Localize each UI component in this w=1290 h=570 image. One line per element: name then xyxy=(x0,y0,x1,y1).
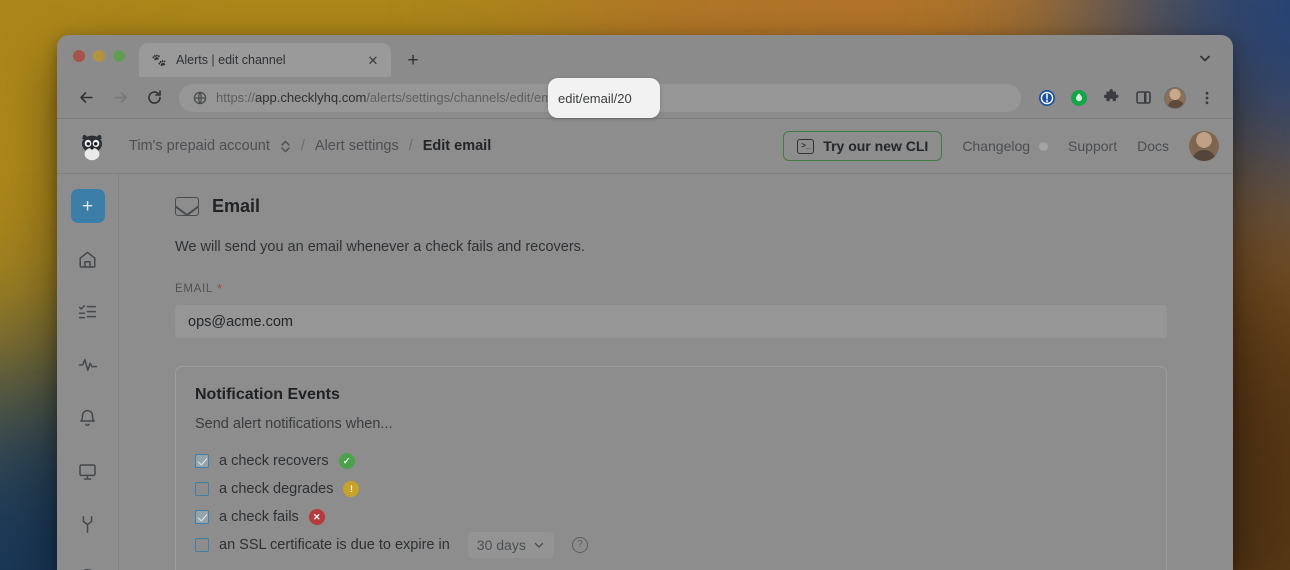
sidebar: + xyxy=(57,174,119,570)
checkbox-check-fails[interactable] xyxy=(195,510,209,524)
new-tab-button[interactable]: + xyxy=(399,46,427,74)
breadcrumb-alert-settings[interactable]: Alert settings xyxy=(315,138,399,154)
notification-events-card: Notification Events Send alert notificat… xyxy=(175,366,1167,570)
url-autocomplete-tooltip: edit/email/20 xyxy=(548,78,660,118)
channel-description: We will send you an email whenever a che… xyxy=(175,239,1211,255)
event-label-check-degrades: a check degrades xyxy=(219,481,333,497)
event-label-ssl-expiry: an SSL certificate is due to expire in xyxy=(219,537,450,553)
close-window-button[interactable] xyxy=(73,50,85,62)
sidebar-item-dashboards[interactable] xyxy=(71,454,105,488)
window-traffic-lights xyxy=(71,35,139,77)
profile-avatar-icon[interactable] xyxy=(1161,84,1189,112)
try-new-cli-button[interactable]: >_ Try our new CLI xyxy=(783,131,942,161)
forward-icon xyxy=(105,83,135,113)
event-row-ssl-expiry[interactable]: an SSL certificate is due to expire in 3… xyxy=(195,531,1146,559)
tab-strip: 🐾 Alerts | edit channel ✕ + xyxy=(57,35,1233,77)
failure-badge: ✕ xyxy=(309,509,325,525)
email-field[interactable]: ops@acme.com xyxy=(175,305,1167,338)
channel-header: Email xyxy=(175,196,1211,217)
checkly-favicon-icon: 🐾 xyxy=(151,52,167,68)
email-field-label: EMAIL * xyxy=(175,281,1211,296)
terminal-icon: >_ xyxy=(797,139,814,154)
avatar[interactable] xyxy=(1189,131,1219,161)
tab-title: Alerts | edit channel xyxy=(176,53,355,67)
side-panel-icon[interactable] xyxy=(1129,84,1157,112)
chevron-down-icon xyxy=(533,539,545,551)
checkbox-check-degrades[interactable] xyxy=(195,482,209,496)
page-title: Email xyxy=(212,196,260,217)
support-link[interactable]: Support xyxy=(1068,138,1117,154)
chevron-down-icon[interactable] xyxy=(1191,44,1219,72)
breadcrumb-current-page: Edit email xyxy=(423,138,492,154)
header-actions: >_ Try our new CLI Changelog Support Doc… xyxy=(783,131,1219,161)
notification-events-subtitle: Send alert notifications when... xyxy=(195,416,1146,432)
required-marker: * xyxy=(217,281,223,296)
notification-events-title: Notification Events xyxy=(195,386,1146,404)
sidebar-item-home[interactable] xyxy=(71,242,105,276)
changelog-link[interactable]: Changelog xyxy=(962,138,1048,154)
breadcrumb-separator-2: / xyxy=(409,138,413,154)
docs-link[interactable]: Docs xyxy=(1137,138,1169,154)
sidebar-item-activity[interactable] xyxy=(71,348,105,382)
address-bar-url: https://app.checklyhq.com/alerts/setting… xyxy=(216,90,583,105)
1password-icon[interactable] xyxy=(1033,84,1061,112)
three-dot-menu-icon[interactable] xyxy=(1193,84,1221,112)
event-row-check-degrades[interactable]: a check degrades ! xyxy=(195,475,1146,503)
checkbox-check-recovers[interactable] xyxy=(195,454,209,468)
main-content: Email We will send you an email whenever… xyxy=(119,174,1233,570)
sidebar-item-global[interactable] xyxy=(71,560,105,570)
warning-badge: ! xyxy=(343,481,359,497)
app-header: Tim's prepaid account / Alert settings /… xyxy=(57,119,1233,174)
breadcrumb: Tim's prepaid account / Alert settings /… xyxy=(129,138,491,154)
browser-window: 🐾 Alerts | edit channel ✕ + xyxy=(57,35,1233,570)
reload-icon[interactable] xyxy=(139,83,169,113)
help-circle-icon[interactable]: ? xyxy=(572,537,588,553)
checkbox-ssl-expiry[interactable] xyxy=(195,538,209,552)
add-new-button[interactable]: + xyxy=(71,189,105,223)
extensions-puzzle-icon[interactable] xyxy=(1097,84,1125,112)
event-row-check-recovers[interactable]: a check recovers ✓ xyxy=(195,447,1146,475)
page-body: + xyxy=(57,174,1233,570)
breadcrumb-account[interactable]: Tim's prepaid account xyxy=(129,138,270,154)
site-info-icon[interactable] xyxy=(193,91,207,105)
back-icon[interactable] xyxy=(71,83,101,113)
success-badge: ✓ xyxy=(339,453,355,469)
browser-tab[interactable]: 🐾 Alerts | edit channel ✕ xyxy=(139,43,391,77)
checkly-mascot-logo[interactable] xyxy=(75,129,109,163)
close-tab-icon[interactable]: ✕ xyxy=(364,51,382,69)
account-switcher-chevron-icon[interactable] xyxy=(280,139,291,154)
ssl-expiry-dropdown-value: 30 days xyxy=(477,537,526,553)
maximize-window-button[interactable] xyxy=(113,50,125,62)
web-page: Tim's prepaid account / Alert settings /… xyxy=(57,119,1233,570)
sidebar-item-checks[interactable] xyxy=(71,295,105,329)
event-label-check-recovers: a check recovers xyxy=(219,453,329,469)
sidebar-item-alerts[interactable] xyxy=(71,401,105,435)
desktop-background: 🐾 Alerts | edit channel ✕ + xyxy=(0,0,1290,570)
sidebar-item-maintenance[interactable] xyxy=(71,507,105,541)
minimize-window-button[interactable] xyxy=(93,50,105,62)
email-label-text: EMAIL xyxy=(175,283,213,295)
event-row-check-fails[interactable]: a check fails ✕ xyxy=(195,503,1146,531)
try-new-cli-label: Try our new CLI xyxy=(823,138,928,154)
changelog-label: Changelog xyxy=(962,138,1030,154)
changelog-unread-dot-icon xyxy=(1039,142,1048,151)
event-label-check-fails: a check fails xyxy=(219,509,299,525)
ssl-expiry-dropdown[interactable]: 30 days xyxy=(468,532,554,558)
breadcrumb-separator-1: / xyxy=(301,138,305,154)
email-envelope-icon xyxy=(175,197,199,216)
green-shield-icon[interactable] xyxy=(1065,84,1093,112)
